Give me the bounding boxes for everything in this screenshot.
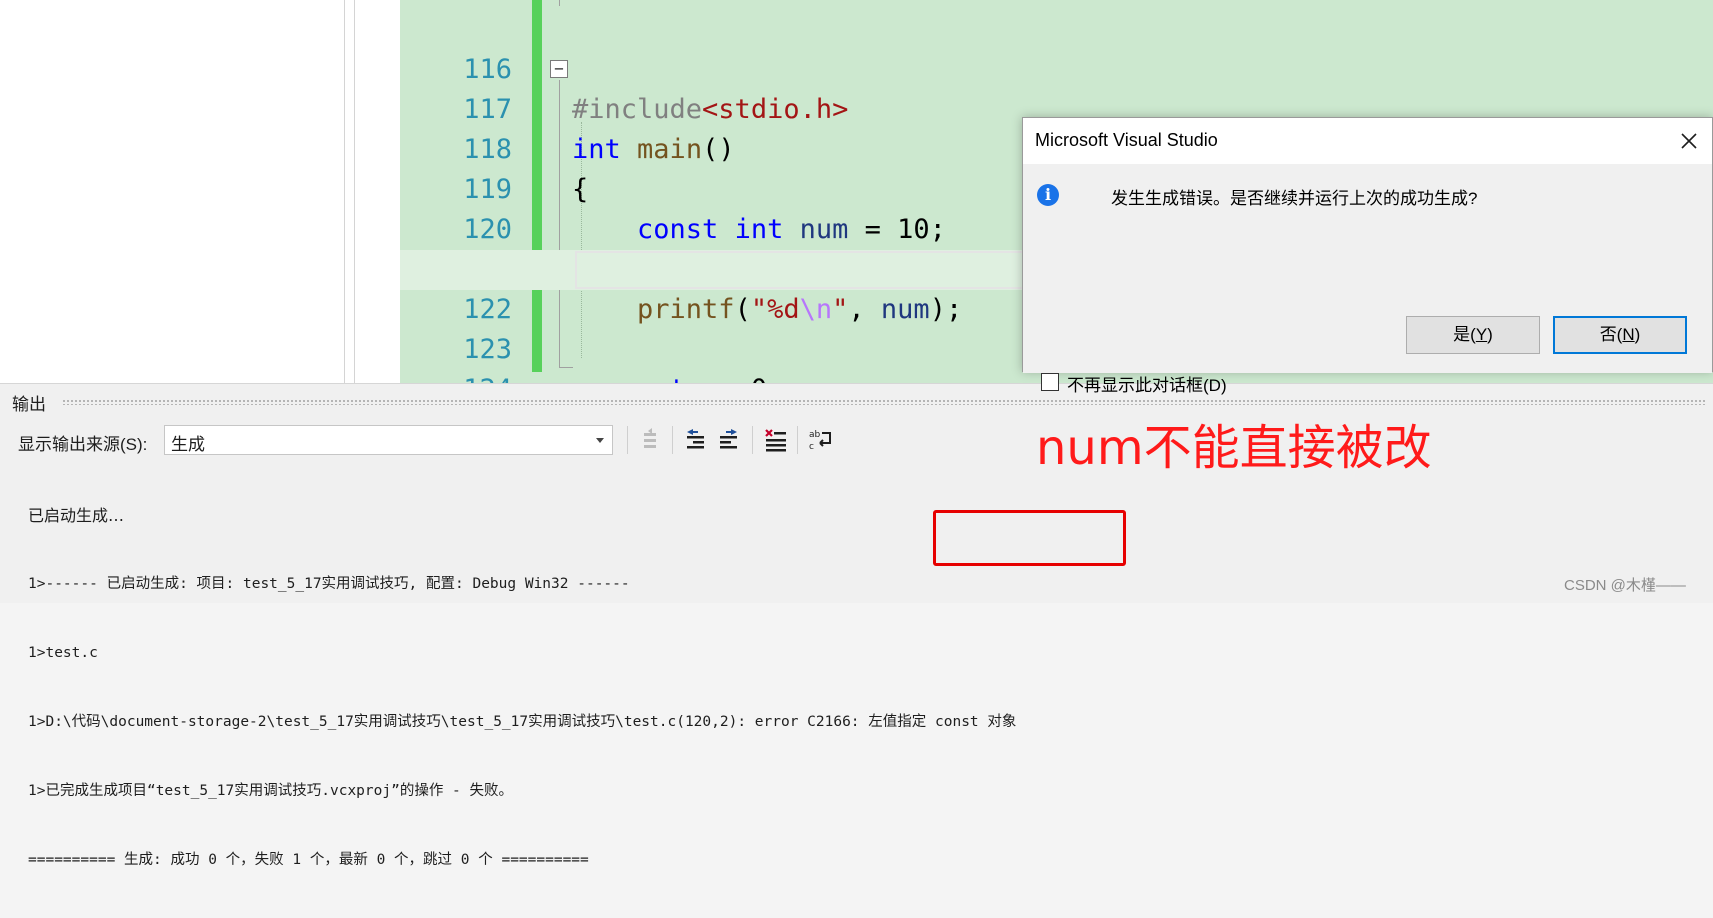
left-panel (0, 0, 400, 383)
output-panel-title[interactable]: 输出 (12, 390, 46, 415)
code-line[interactable]: 116 #include<stdio.h> (400, 10, 1713, 125)
output-line: 1>已完成生成项目“test_5_17实用调试技巧.vcxproj”的操作 - … (28, 783, 514, 799)
toolbar-separator (797, 426, 798, 454)
error-highlight-box (933, 510, 1126, 566)
toggle-word-wrap-icon[interactable]: ab c (808, 427, 834, 453)
annotation-text: num不能直接被改 (1036, 420, 1432, 476)
output-line: 已启动生成… (28, 506, 125, 525)
dialog-message: 发生生成错误。是否继续并运行上次的成功生成? (1111, 189, 1478, 208)
code-text: return 0; (572, 370, 783, 383)
yes-button[interactable]: 是(Y) (1406, 316, 1540, 354)
panel-divider (354, 0, 355, 383)
goto-previous-icon[interactable] (638, 427, 664, 453)
toolbar-separator (672, 426, 673, 454)
build-error-dialog: Microsoft Visual Studio i 发生生成错误。是否继续并运行… (1022, 117, 1713, 395)
checkbox-box[interactable] (1041, 373, 1059, 391)
dialog-titlebar[interactable]: Microsoft Visual Studio (1023, 118, 1712, 164)
svg-text:c: c (809, 442, 814, 452)
watermark: CSDN @木槿—— (1564, 577, 1686, 594)
clear-all-icon[interactable] (763, 427, 789, 453)
no-button-accelerator: N (1622, 325, 1635, 344)
find-previous-message-icon[interactable] (683, 427, 709, 453)
output-source-dropdown[interactable]: 生成 (164, 425, 613, 455)
toolbar-separator (752, 426, 753, 454)
output-line: 1>------ 已启动生成: 项目: test_5_17实用调试技巧, 配置:… (28, 576, 630, 592)
no-button[interactable]: 否(N) (1553, 316, 1687, 354)
panel-divider (344, 0, 345, 383)
dialog-title: Microsoft Visual Studio (1035, 130, 1218, 150)
close-icon[interactable] (1672, 124, 1706, 158)
output-source-value: 生成 (171, 435, 205, 454)
panel-grip[interactable] (62, 399, 1705, 405)
checkbox-label: 不再显示此对话框(D) (1067, 376, 1227, 395)
code-line[interactable]: 117 int main() (400, 50, 1713, 165)
info-icon: i (1037, 184, 1059, 206)
chevron-down-icon (596, 438, 604, 443)
svg-text:ab: ab (809, 430, 821, 440)
output-line: 1>test.c (28, 645, 98, 661)
output-line: ========== 生成: 成功 0 个，失败 1 个，最新 0 个，跳过 0… (28, 852, 589, 868)
output-toolbar: 显示输出来源(S): 生成 ab c (0, 418, 1713, 460)
output-line-error: 1>D:\代码\document-storage-2\test_5_17实用调试… (28, 714, 1017, 730)
output-text[interactable]: 已启动生成… 1>------ 已启动生成: 项目: test_5_17实用调试… (28, 458, 1016, 918)
find-next-message-icon[interactable] (716, 427, 742, 453)
outline-line (559, 0, 560, 6)
toolbar-separator (627, 426, 628, 454)
output-source-label: 显示输出来源(S): (18, 435, 148, 454)
output-panel: 输出 显示输出来源(S): 生成 ab c 已启动生成… 1>------ 已启动… (0, 383, 1713, 868)
line-number: 124 (400, 370, 512, 383)
yes-button-accelerator: Y (1475, 325, 1488, 344)
dialog-body: i 发生生成错误。是否继续并运行上次的成功生成? 是(Y) 否(N) 不再显示此… (1023, 164, 1712, 395)
